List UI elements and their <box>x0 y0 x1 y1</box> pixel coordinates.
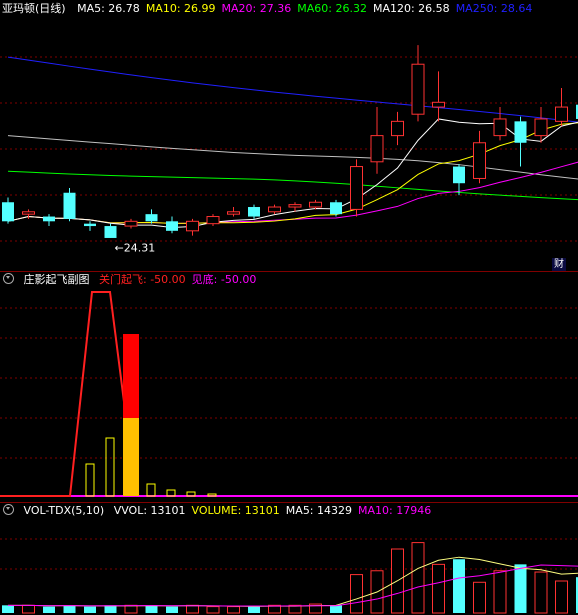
volume-label-0: VVOL: 13101 <box>113 504 186 517</box>
signal-block-yellow <box>123 418 139 496</box>
candle-body <box>453 166 465 184</box>
vol-ma5-line <box>8 556 578 607</box>
indicator-chart[interactable] <box>0 288 578 501</box>
candle-body <box>330 202 342 215</box>
indicator-title[interactable]: 庄影起飞副图 <box>24 273 90 286</box>
volume-chart[interactable] <box>0 519 578 615</box>
candle-body <box>63 192 76 219</box>
volume-bar <box>555 580 568 614</box>
candle-body <box>514 121 527 143</box>
candle-body <box>391 120 404 137</box>
candle-body <box>206 216 220 225</box>
candle-body <box>534 118 548 137</box>
candle-body <box>288 204 302 208</box>
volume-bar <box>104 605 117 613</box>
volume-bar <box>84 606 96 613</box>
volume-bar <box>206 606 220 614</box>
volume-bar <box>493 570 507 614</box>
ma-label-4: MA120: 26.58 <box>372 2 450 15</box>
finance-badge[interactable]: 财 <box>552 258 566 271</box>
low-price-label: ←24.31 <box>115 242 156 255</box>
volume-label-2: MA5: 14329 <box>285 504 353 517</box>
ma-label-3: MA60: 26.32 <box>297 2 367 15</box>
volume-title[interactable]: VOL-TDX(5,10) <box>24 504 105 517</box>
volume-bar <box>453 559 465 613</box>
indicator-header: 庄影起飞副图 关门起飞: -50.00 见底: -50.00 <box>0 272 268 288</box>
ma60-line <box>7 170 578 201</box>
candle-body <box>84 223 96 227</box>
candle-body <box>2 202 14 222</box>
volume-bar <box>514 564 527 613</box>
indicator-menu-icon[interactable] <box>3 273 14 284</box>
candle-body <box>124 220 138 227</box>
main-chart-header: 亚玛顿(日线) MA5: 26.78 MA10: 26.99 MA20: 27.36… <box>0 1 544 17</box>
candle-body <box>555 106 568 122</box>
candle-body <box>309 201 322 208</box>
ma250-line <box>7 56 578 123</box>
volume-bar <box>473 581 486 614</box>
ma-label-0: MA5: 26.78 <box>77 2 140 15</box>
volume-bar <box>411 542 425 614</box>
volume-bar <box>248 606 260 613</box>
candle-body <box>268 206 281 213</box>
candle-body <box>473 142 486 179</box>
volume-label-1: VOLUME: 13101 <box>191 504 280 517</box>
volume-bar <box>166 606 178 613</box>
volume-bar <box>186 604 199 614</box>
ma10-line <box>7 122 578 224</box>
candle-body <box>43 216 55 222</box>
candle-body <box>248 207 260 217</box>
vol-ma10-line <box>8 564 578 607</box>
volume-bar <box>534 571 548 614</box>
candlestick-chart[interactable]: ←24.31 <box>0 17 578 270</box>
volume-bar <box>330 605 342 613</box>
indicator-bar <box>85 463 95 497</box>
candle-body <box>186 220 199 232</box>
volume-bar <box>124 604 138 614</box>
volume-menu-icon[interactable] <box>3 504 14 515</box>
volume-bar <box>227 606 240 614</box>
indicator-label-1: 见底: -50.00 <box>191 273 257 286</box>
candle-body <box>104 226 117 238</box>
candle-body <box>145 214 158 222</box>
ma-label-1: MA10: 26.99 <box>145 2 216 15</box>
candle-body <box>370 135 384 163</box>
ma5-line <box>7 118 578 228</box>
ma20-line <box>7 161 578 224</box>
indicator-bar <box>105 437 115 497</box>
candle-body <box>350 166 363 210</box>
candle-body <box>22 211 35 215</box>
candle-body <box>166 221 178 231</box>
volume-bar <box>350 574 363 614</box>
volume-bar <box>22 604 35 614</box>
ma-label-2: MA20: 27.36 <box>221 2 292 15</box>
takeoff-line <box>0 291 137 497</box>
signal-block-red <box>123 334 139 418</box>
volume-bar <box>432 563 445 614</box>
indicator-bar <box>146 483 156 497</box>
volume-header: VOL-TDX(5,10) VVOL: 13101 VOLUME: 13101 MA… <box>0 503 443 519</box>
indicator-label-0: 关门起飞: -50.00 <box>99 273 186 286</box>
volume-label-3: MA10: 17946 <box>358 504 432 517</box>
candle-body <box>432 101 445 108</box>
candle-body <box>493 118 507 137</box>
candle-body <box>411 63 425 115</box>
stock-title[interactable]: 亚玛顿(日线) <box>2 2 66 15</box>
ma120-line <box>7 135 578 180</box>
volume-bar <box>145 605 158 613</box>
volume-bar <box>43 606 55 613</box>
ma-label-5: MA250: 28.64 <box>455 2 533 15</box>
candle-body <box>227 211 240 215</box>
volume-bar <box>63 605 76 613</box>
volume-bar <box>2 605 14 613</box>
